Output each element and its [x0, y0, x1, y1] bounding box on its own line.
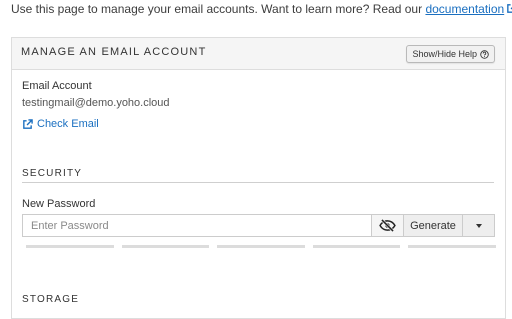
documentation-link[interactable]: documentation: [425, 2, 512, 16]
security-section-title: SECURITY: [22, 168, 83, 179]
panel-header: MANAGE AN EMAIL ACCOUNT Show/Hide Help: [12, 38, 505, 70]
check-email-link[interactable]: Check Email: [22, 118, 99, 130]
email-account-value: testingmail@demo.yoho.cloud: [22, 97, 170, 109]
email-account-label: Email Account: [22, 80, 92, 92]
strength-segment: [408, 245, 496, 248]
storage-section-title: STORAGE: [22, 294, 80, 305]
strength-segment: [217, 245, 305, 248]
generate-password-button[interactable]: Generate: [404, 214, 463, 237]
intro-text: Use this page to manage your email accou…: [11, 2, 512, 16]
password-row: Generate: [22, 214, 495, 237]
new-password-label: New Password: [22, 198, 96, 210]
strength-segment: [312, 245, 401, 248]
external-link-icon: [507, 4, 512, 13]
password-strength-meter: [26, 245, 496, 248]
intro-message: Use this page to manage your email accou…: [11, 2, 423, 16]
security-divider: [22, 182, 494, 183]
strength-segment: [26, 245, 114, 248]
show-hide-help-button[interactable]: Show/Hide Help: [406, 45, 495, 63]
question-circle-icon: [480, 49, 489, 59]
check-email-label: Check Email: [37, 118, 99, 130]
generate-options-dropdown[interactable]: [463, 214, 495, 237]
external-link-icon: [23, 118, 33, 129]
manage-account-panel: MANAGE AN EMAIL ACCOUNT Show/Hide Help E…: [11, 37, 506, 319]
panel-title: MANAGE AN EMAIL ACCOUNT: [21, 46, 207, 58]
eye-slash-icon: [379, 219, 396, 232]
help-button-label: Show/Hide Help: [412, 49, 477, 59]
toggle-password-visibility-button[interactable]: [371, 214, 404, 237]
password-input[interactable]: [22, 214, 371, 237]
caret-down-icon: [475, 223, 482, 228]
strength-segment: [121, 245, 210, 248]
